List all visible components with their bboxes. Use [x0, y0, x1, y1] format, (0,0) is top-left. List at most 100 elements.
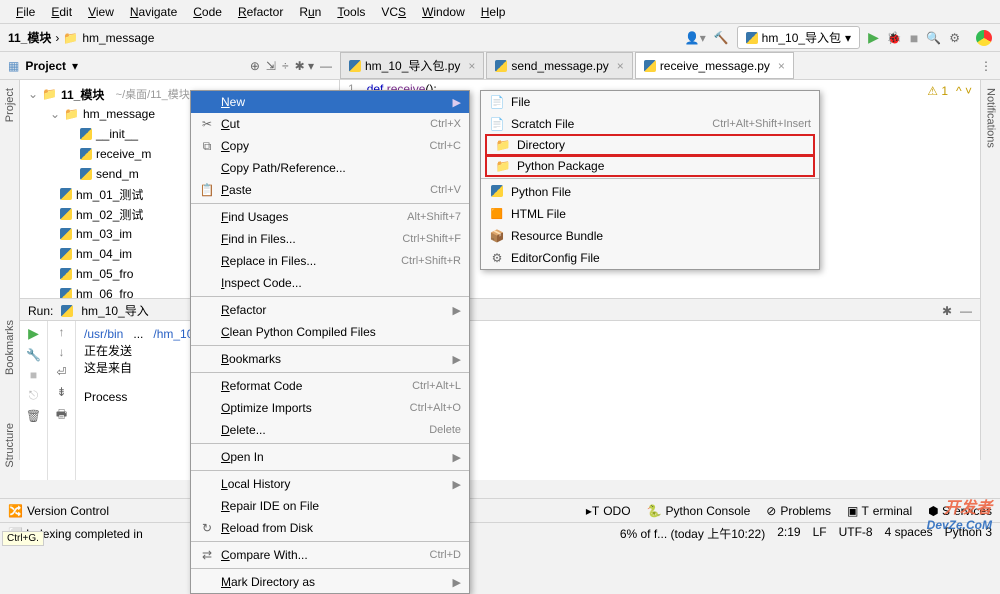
run-button[interactable]: ▶: [868, 29, 879, 46]
new-python-package[interactable]: 📁Python Package: [485, 155, 815, 177]
folder-icon: 📁: [63, 31, 78, 45]
ctx-bookmarks[interactable]: Bookmarks▶: [191, 348, 469, 370]
settings-icon[interactable]: ⚙: [949, 31, 960, 45]
new-file[interactable]: 📄File: [481, 91, 819, 113]
print-icon[interactable]: 🖶: [56, 405, 67, 426]
exit-icon[interactable]: ⎋: [29, 388, 39, 403]
chevron-down-icon[interactable]: ▾: [72, 59, 78, 73]
search-icon[interactable]: 🔍: [926, 31, 941, 45]
rerun-button[interactable]: ▶: [28, 325, 39, 342]
terminal-tab[interactable]: ▣ Terminal: [847, 504, 912, 518]
menu-file[interactable]: File: [8, 5, 43, 19]
ctx-mark-directory-as[interactable]: Mark Directory as▶: [191, 571, 469, 593]
line-separator[interactable]: LF: [813, 525, 827, 542]
ctx-clean-python-compiled-files[interactable]: Clean Python Compiled Files: [191, 321, 469, 343]
menu-run[interactable]: Run: [291, 5, 329, 19]
debug-button[interactable]: 🐞: [887, 31, 902, 45]
tool-window-header: ▦ Project ▾ ⊕ ⇲ ÷ ✱ ▾ — hm_10_导入包.py× se…: [0, 52, 1000, 80]
notifications-toolwindow-tab[interactable]: Notifications: [985, 84, 997, 152]
todo-tab[interactable]: ▸TODO: [586, 504, 631, 518]
stop-button[interactable]: ■: [910, 30, 918, 46]
user-icon[interactable]: 👤▾: [685, 31, 706, 45]
hide-icon[interactable]: —: [960, 304, 972, 318]
ctx-copy-path-reference-[interactable]: Copy Path/Reference...: [191, 157, 469, 179]
ctx-find-in-files-[interactable]: Find in Files...Ctrl+Shift+F: [191, 228, 469, 250]
left-sidebar: Project Bookmarks Structure: [0, 80, 20, 460]
version-control-tab[interactable]: 🔀 Version Control: [8, 504, 109, 518]
tab-receive[interactable]: receive_message.py×: [635, 52, 794, 79]
menu-window[interactable]: Window: [414, 5, 473, 19]
menu-edit[interactable]: Edit: [43, 5, 80, 19]
build-icon[interactable]: 🔨: [714, 31, 729, 45]
ctx-reformat-code[interactable]: Reformat CodeCtrl+Alt+L: [191, 375, 469, 397]
new-resource-bundle[interactable]: 📦Resource Bundle: [481, 225, 819, 247]
ctx-optimize-imports[interactable]: Optimize ImportsCtrl+Alt+O: [191, 397, 469, 419]
new-python-file[interactable]: Python File: [481, 181, 819, 203]
python-icon: [644, 60, 656, 72]
select-opened-icon[interactable]: ⊕: [250, 59, 260, 73]
tab-hm10[interactable]: hm_10_导入包.py×: [340, 52, 484, 79]
ctx-reload-from-disk[interactable]: ↻Reload from Disk: [191, 517, 469, 539]
encoding[interactable]: UTF-8: [839, 525, 873, 542]
breadcrumb-child: hm_message: [82, 31, 154, 45]
ctx-copy[interactable]: ⧉CopyCtrl+C: [191, 135, 469, 157]
menu-view[interactable]: View: [80, 5, 122, 19]
ide-logo-icon: [976, 30, 992, 46]
down-icon[interactable]: ↓: [59, 345, 65, 359]
scroll-icon[interactable]: ⇟: [56, 385, 66, 399]
ctx-local-history[interactable]: Local History▶: [191, 473, 469, 495]
close-icon[interactable]: ×: [468, 59, 475, 73]
problems-tab[interactable]: ⊘ Problems: [766, 504, 831, 518]
settings-icon[interactable]: ✱ ▾: [295, 59, 314, 73]
ctx-replace-in-files-[interactable]: Replace in Files...Ctrl+Shift+R: [191, 250, 469, 272]
breadcrumb[interactable]: 11_模块 › 📁 hm_message: [8, 29, 154, 46]
inspection-widget[interactable]: ⚠ 1^ ˅: [927, 84, 972, 98]
trash-icon[interactable]: 🗑: [26, 409, 41, 423]
project-toolwindow-tab[interactable]: Project: [4, 84, 16, 126]
new-editorconfig-file[interactable]: ⚙EditorConfig File: [481, 247, 819, 269]
expand-icon[interactable]: ⇲: [266, 59, 276, 73]
caret-position[interactable]: 2:19: [777, 525, 800, 542]
new-directory[interactable]: 📁Directory: [485, 134, 815, 156]
python-console-tab[interactable]: 🐍 Python Console: [647, 504, 751, 518]
ctx-inspect-code-[interactable]: Inspect Code...: [191, 272, 469, 294]
indent-widget[interactable]: 4 spaces: [885, 525, 933, 542]
toolbar: 11_模块 › 📁 hm_message 👤▾ 🔨 hm_10_导入包 ▾ ▶ …: [0, 24, 1000, 52]
tab-menu-icon[interactable]: ⋮: [980, 59, 992, 73]
menu-refactor[interactable]: Refactor: [230, 5, 291, 19]
ctx-compare-with-[interactable]: ⇄Compare With...Ctrl+D: [191, 544, 469, 566]
menu-navigate[interactable]: Navigate: [122, 5, 185, 19]
chevron-right-icon: ›: [55, 31, 59, 45]
tools-icon[interactable]: 🔧: [26, 348, 41, 362]
wrap-icon[interactable]: ⏎: [56, 365, 66, 379]
settings-icon[interactable]: ✱: [942, 304, 952, 318]
right-sidebar: Notifications: [980, 80, 1000, 460]
menu-help[interactable]: Help: [473, 5, 514, 19]
close-icon[interactable]: ×: [778, 59, 785, 73]
new-scratch-file[interactable]: 📄Scratch FileCtrl+Alt+Shift+Insert: [481, 113, 819, 135]
hide-icon[interactable]: —: [320, 59, 332, 73]
ctx-repair-ide-on-file[interactable]: Repair IDE on File: [191, 495, 469, 517]
ctx-new[interactable]: New▶: [191, 91, 469, 113]
ctx-open-in[interactable]: Open In▶: [191, 446, 469, 468]
status-bar: ⬜ Indexing completed in 6% of f... (toda…: [0, 522, 1000, 544]
menu-code[interactable]: Code: [185, 5, 230, 19]
new-html-file[interactable]: 🟧HTML File: [481, 203, 819, 225]
ctx-cut[interactable]: ✂CutCtrl+X: [191, 113, 469, 135]
ctx-paste[interactable]: 📋PasteCtrl+V: [191, 179, 469, 201]
structure-toolwindow-tab[interactable]: Structure: [4, 419, 16, 472]
close-icon[interactable]: ×: [617, 59, 624, 73]
tab-send[interactable]: send_message.py×: [486, 52, 632, 79]
ctx-find-usages[interactable]: Find UsagesAlt+Shift+7: [191, 206, 469, 228]
menu-tools[interactable]: Tools: [329, 5, 373, 19]
bookmarks-toolwindow-tab[interactable]: Bookmarks: [4, 316, 16, 379]
ctx-delete-[interactable]: Delete...Delete: [191, 419, 469, 441]
collapse-icon[interactable]: ÷: [282, 59, 289, 73]
run-toolbar: ▶ 🔧 ■ ⎋ 🗑: [20, 321, 48, 480]
up-icon[interactable]: ↑: [59, 325, 65, 339]
ctx-refactor[interactable]: Refactor▶: [191, 299, 469, 321]
menubar: File Edit View Navigate Code Refactor Ru…: [0, 0, 1000, 24]
run-config-dropdown[interactable]: hm_10_导入包 ▾: [737, 26, 860, 49]
menu-vcs[interactable]: VCS: [373, 5, 414, 19]
stop-button[interactable]: ■: [30, 368, 37, 382]
